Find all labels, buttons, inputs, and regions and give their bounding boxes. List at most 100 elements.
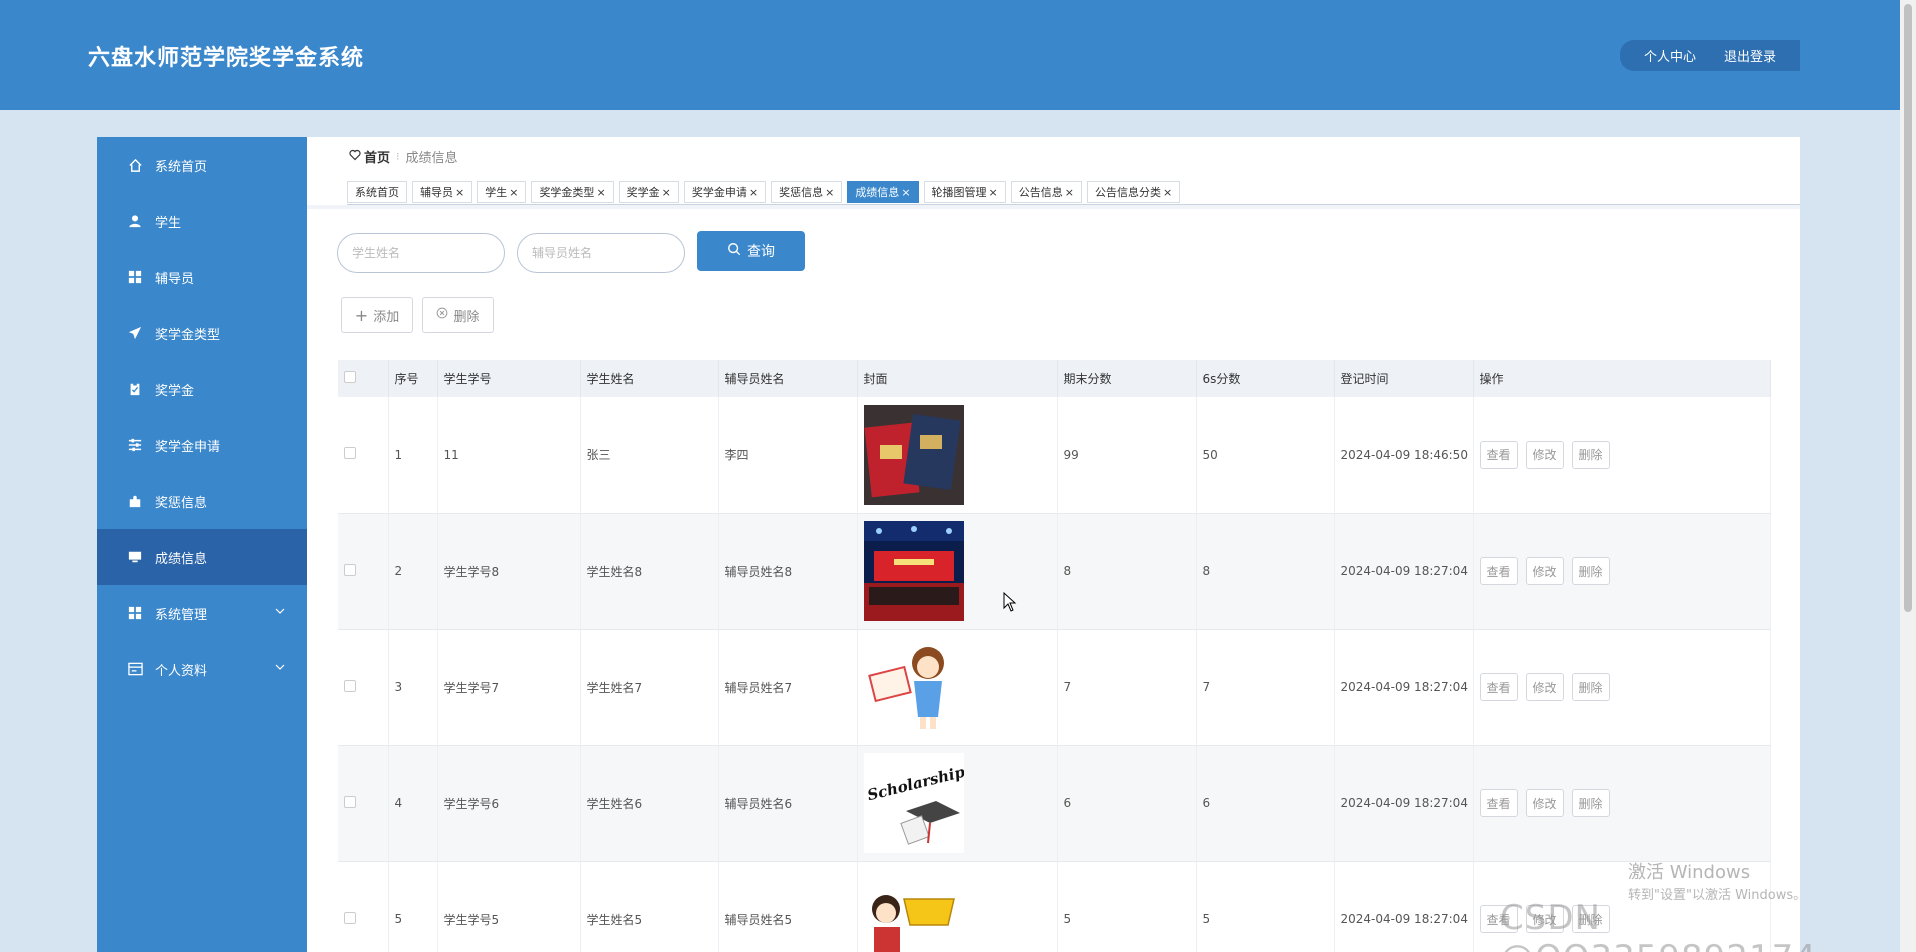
edit-button[interactable]: 修改	[1525, 440, 1564, 469]
close-icon[interactable]: ×	[1065, 186, 1074, 199]
sidebar-item-scholarship[interactable]: 奖学金	[97, 361, 307, 417]
edit-button[interactable]: 修改	[1525, 789, 1564, 817]
tab-home[interactable]: 系统首页	[347, 181, 407, 203]
close-icon[interactable]: ×	[596, 186, 605, 199]
column-header: 登记时间	[1334, 360, 1474, 397]
tab-notice-categories[interactable]: 公告信息分类 ×	[1086, 181, 1181, 203]
page-scrollbar[interactable]	[1900, 0, 1916, 952]
query-button[interactable]: 查询	[697, 231, 805, 271]
tab-notices[interactable]: 公告信息 ×	[1010, 181, 1082, 203]
cell-index: 5	[388, 861, 438, 952]
tab-scholarship[interactable]: 奖学金 ×	[618, 181, 679, 203]
cell-ops: 查看 修改 删除	[1473, 513, 1771, 630]
tab-label: 成绩信息	[855, 186, 900, 199]
card-icon	[127, 661, 143, 677]
close-icon[interactable]: ×	[509, 186, 518, 199]
tab-carousel[interactable]: 轮播图管理 ×	[923, 181, 1006, 203]
delete-button[interactable]: 删除	[1571, 440, 1610, 469]
sidebar-item-grades[interactable]: 成绩信息	[97, 529, 307, 585]
breadcrumb-home[interactable]: 首页	[349, 147, 390, 166]
sidebar-item-profile[interactable]: 个人资料	[97, 641, 307, 697]
puzzle-icon	[127, 493, 143, 509]
sidebar-item-scholarship-apply[interactable]: 奖学金申请	[97, 417, 307, 473]
close-icon[interactable]: ×	[901, 186, 910, 199]
tab-students[interactable]: 学生 ×	[477, 181, 527, 203]
row-checkbox[interactable]	[344, 679, 356, 692]
cell-student-name: 学生姓名5	[580, 861, 719, 952]
close-icon[interactable]: ×	[825, 186, 834, 199]
edit-button[interactable]: 修改	[1525, 673, 1564, 701]
table-header: 序号 学生学号 学生姓名 辅导员姓名 封面 期末分数 6s分数 登记时间 操作	[338, 360, 1771, 397]
sidebar-item-label: 成绩信息	[155, 551, 208, 567]
sidebar-item-label: 个人资料	[155, 663, 208, 679]
student-name-input[interactable]	[337, 233, 505, 273]
sidebar-item-label: 系统首页	[155, 159, 208, 175]
sidebar-item-system-management[interactable]: 系统管理	[97, 585, 307, 641]
row-checkbox-cell	[338, 513, 389, 630]
close-icon[interactable]: ×	[749, 186, 758, 199]
cell-time: 2024-04-09 18:27:04	[1334, 629, 1474, 746]
cell-counselor: 李四	[718, 397, 858, 514]
tab-shadow	[307, 205, 1800, 209]
counselor-name-input[interactable]	[517, 233, 685, 273]
tab-scholarship-apply[interactable]: 奖学金申请 ×	[683, 181, 767, 203]
close-icon[interactable]: ×	[662, 186, 671, 199]
add-button[interactable]: + 添加	[341, 297, 413, 333]
sliders-icon	[127, 437, 143, 453]
cell-cover	[857, 629, 1058, 746]
view-button[interactable]: 查看	[1479, 440, 1518, 469]
home-icon	[127, 157, 143, 173]
tab-grades[interactable]: 成绩信息 ×	[847, 181, 919, 203]
scrollbar-thumb[interactable]	[1904, 4, 1912, 612]
tab-rewards[interactable]: 奖惩信息 ×	[771, 181, 843, 203]
close-icon[interactable]: ×	[1163, 186, 1172, 199]
cell-counselor: 辅导员姓名6	[718, 745, 858, 862]
sidebar-item-rewards[interactable]: 奖惩信息	[97, 473, 307, 529]
cell-index: 2	[388, 513, 438, 630]
tab-scholarship-type[interactable]: 奖学金类型 ×	[531, 181, 614, 203]
sidebar-item-home[interactable]: 系统首页	[97, 137, 307, 193]
cell-counselor: 辅导员姓名7	[718, 629, 858, 746]
delete-button[interactable]: 删除	[1571, 789, 1610, 817]
tab-label: 轮播图管理	[931, 186, 987, 199]
send-icon	[127, 325, 143, 341]
logout-link[interactable]: 退出登录	[1724, 46, 1776, 65]
personal-center-link[interactable]: 个人中心	[1644, 46, 1696, 65]
sidebar-item-label: 系统管理	[155, 607, 208, 623]
sidebar-item-counselors[interactable]: 辅导员	[97, 249, 307, 305]
row-checkbox[interactable]	[344, 911, 356, 924]
sidebar-item-scholarship-type[interactable]: 奖学金类型	[97, 305, 307, 361]
cell-cover: Scholarships	[857, 745, 1058, 862]
cell-time: 2024-04-09 18:27:04	[1334, 861, 1474, 952]
close-icon[interactable]: ×	[989, 186, 998, 199]
cell-6s-score: 6	[1196, 745, 1335, 862]
delete-label: 删除	[453, 309, 480, 325]
cover-image: Scholarships	[863, 753, 964, 853]
row-checkbox[interactable]	[344, 447, 356, 460]
view-button[interactable]: 查看	[1479, 557, 1518, 585]
sidebar-item-students[interactable]: 学生	[97, 193, 307, 249]
row-checkbox-cell	[338, 397, 389, 514]
tab-label: 公告信息	[1018, 186, 1063, 199]
view-button[interactable]: 查看	[1479, 789, 1518, 817]
view-button[interactable]: 查看	[1479, 673, 1518, 701]
cell-cover	[857, 861, 1058, 952]
cell-final-score: 99	[1057, 397, 1197, 514]
delete-button[interactable]: 删除	[1571, 557, 1610, 585]
main-content: 首页 ⁝ 成绩信息 系统首页 辅导员 × 学生 × 奖学金类型 × 奖学金 × 奖学金申…	[307, 137, 1800, 952]
cell-6s-score: 7	[1196, 629, 1335, 746]
tab-label: 奖学金	[626, 186, 660, 199]
batch-delete-button[interactable]: 删除	[422, 297, 494, 333]
close-icon[interactable]: ×	[455, 186, 464, 199]
grid-icon	[127, 605, 143, 621]
row-checkbox[interactable]	[344, 563, 356, 576]
row-checkbox[interactable]	[344, 795, 356, 808]
sidebar-item-label: 奖惩信息	[155, 495, 208, 511]
select-all-checkbox[interactable]	[344, 371, 356, 383]
delete-button[interactable]: 删除	[1571, 673, 1610, 701]
column-header: 期末分数	[1057, 360, 1197, 397]
tab-counselors[interactable]: 辅导员 ×	[412, 181, 473, 203]
chevron-down-icon	[275, 605, 285, 620]
table-row: 2 学生学号8 学生姓名8 辅导员姓名8 8 8 2024-04-09 18:2…	[338, 513, 1771, 630]
edit-button[interactable]: 修改	[1525, 557, 1564, 585]
